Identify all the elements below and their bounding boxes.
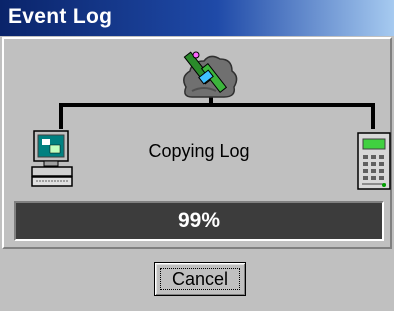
cancel-button[interactable]: Cancel: [154, 262, 246, 296]
network-hub-icon: [174, 47, 244, 112]
copy-status-panel: Copying Log 99%: [2, 37, 392, 249]
window-title: Event Log: [8, 5, 113, 28]
status-message: Copying Log: [148, 141, 250, 161]
connector-right-line: [371, 103, 375, 129]
progress-percent: 99%: [177, 209, 221, 232]
event-log-dialog: Event Log Copying Log 99% Cancel: [0, 0, 394, 311]
button-area: Cancel: [2, 251, 392, 309]
cancel-button-label: Cancel: [171, 269, 229, 289]
progress-bar: 99%: [14, 201, 384, 241]
connector-left-line: [59, 103, 63, 129]
title-bar[interactable]: Event Log: [0, 0, 394, 36]
